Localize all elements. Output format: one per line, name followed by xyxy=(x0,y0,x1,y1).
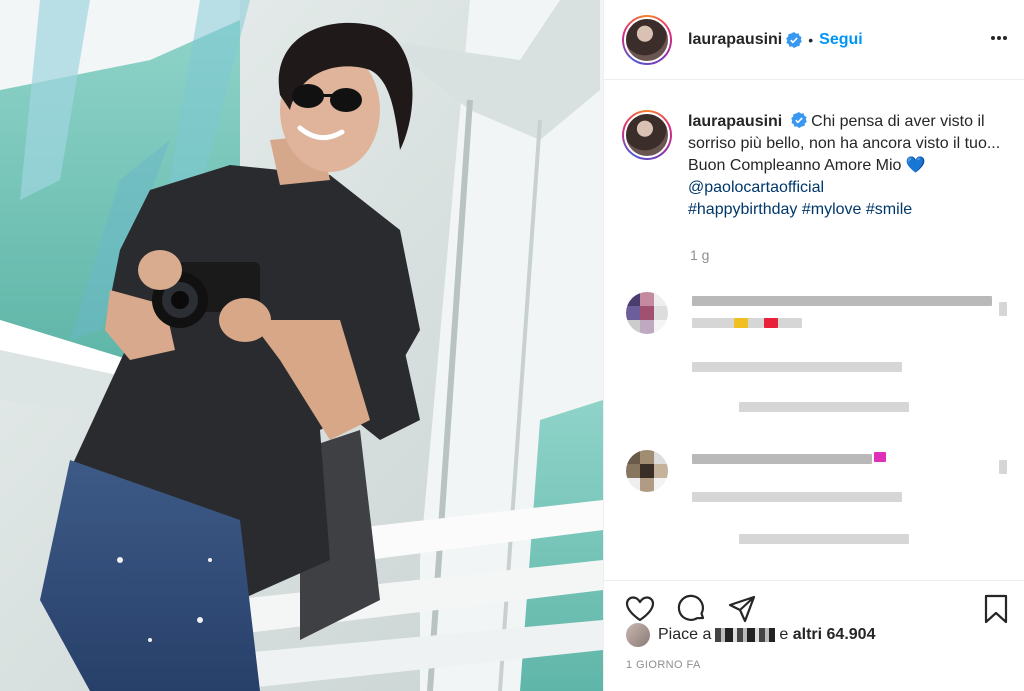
blurred-comment-text xyxy=(692,296,992,306)
post-photo-image xyxy=(0,0,603,691)
liker-avatar xyxy=(626,623,650,647)
author-username[interactable]: laurapausini xyxy=(688,31,782,49)
caption: laurapausini Chi pensa di aver visto il … xyxy=(622,110,1005,221)
blurred-liker-name[interactable] xyxy=(715,628,776,642)
post-actions: Piace a e altri 64.904 1 GIORNO FA xyxy=(604,580,1024,691)
post-header: laurapausini • Segui xyxy=(604,0,1024,80)
commenter-avatar[interactable] xyxy=(626,450,668,492)
heart-icon[interactable] xyxy=(624,593,656,625)
author-avatar[interactable] xyxy=(622,14,672,65)
caption-avatar[interactable] xyxy=(622,110,672,160)
blurred-comment-meta xyxy=(692,362,902,372)
blurred-comment-meta xyxy=(692,492,902,502)
verified-badge-icon xyxy=(790,112,807,128)
comment-icon[interactable] xyxy=(676,593,708,625)
follow-button[interactable]: Segui xyxy=(819,31,863,49)
post-timestamp[interactable]: 1 GIORNO FA xyxy=(626,659,701,671)
verified-badge-icon xyxy=(786,31,803,48)
blurred-comment-text xyxy=(692,454,872,464)
bookmark-icon[interactable] xyxy=(980,593,1012,625)
blurred-view-replies[interactable] xyxy=(739,534,909,544)
blurred-view-replies[interactable] xyxy=(739,402,909,412)
comments-area[interactable]: laurapausini Chi pensa di aver visto il … xyxy=(604,80,1024,580)
likes-prefix: Piace a xyxy=(658,626,712,643)
hashtag-link[interactable]: #happybirthday xyxy=(688,201,797,218)
likes-count[interactable]: altri 64.904 xyxy=(793,626,876,644)
comment-item xyxy=(626,450,668,492)
hashtag-link[interactable]: #smile xyxy=(866,201,912,218)
comment-like-heart[interactable] xyxy=(999,302,1007,316)
caption-username[interactable]: laurapausini xyxy=(688,113,782,130)
ellipsis-icon[interactable] xyxy=(987,26,1011,50)
comment-item xyxy=(626,292,668,334)
header-separator: • xyxy=(808,31,814,48)
likes-conjunction: e xyxy=(779,626,789,643)
caption-text: laurapausini Chi pensa di aver visto il … xyxy=(688,111,1005,221)
blurred-emoji xyxy=(734,318,748,328)
commenter-avatar[interactable] xyxy=(626,292,668,334)
blurred-emoji xyxy=(764,318,778,328)
post-photo[interactable] xyxy=(0,0,603,691)
blurred-emoji xyxy=(874,452,886,462)
paper-plane-icon[interactable] xyxy=(726,593,758,625)
comment-like-heart[interactable] xyxy=(999,460,1007,474)
post-side-panel: laurapausini • Segui laurapausini Chi pe… xyxy=(603,0,1024,691)
hashtag-link[interactable]: #mylove xyxy=(802,201,862,218)
caption-age: 1 g xyxy=(690,247,710,263)
mention-link[interactable]: @paolocartaofficial xyxy=(688,179,824,196)
likes-summary[interactable]: Piace a e altri 64.904 xyxy=(626,623,875,647)
